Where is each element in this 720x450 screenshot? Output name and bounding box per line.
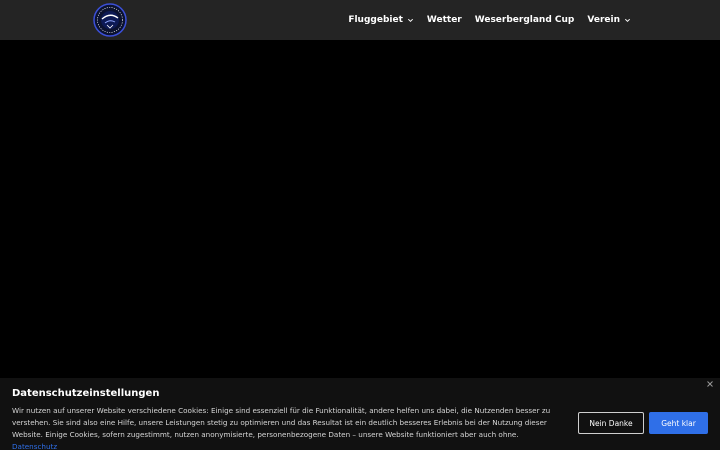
hero-area — [0, 40, 720, 378]
accept-button[interactable]: Geht klar — [649, 412, 708, 434]
cookie-consent-banner: Datenschutzeinstellungen Wir nutzen auf … — [0, 378, 720, 450]
close-icon[interactable] — [706, 380, 714, 388]
page: Fluggebiet Wetter Weserbergland Cup Vere… — [0, 0, 720, 450]
nav-item-wetter[interactable]: Wetter — [427, 15, 462, 25]
cookie-banner-body: Wir nutzen auf unserer Website verschied… — [12, 406, 551, 439]
nav-item-label: Weserbergland Cup — [474, 15, 575, 25]
nav-item-weserbergland-cup[interactable]: Weserbergland Cup — [475, 15, 575, 25]
nav-item-verein[interactable]: Verein — [587, 15, 631, 25]
main-navigation: Fluggebiet Wetter Weserbergland Cup Vere… — [348, 0, 631, 40]
privacy-link[interactable]: Datenschutz — [12, 442, 57, 450]
club-emblem-icon[interactable] — [93, 3, 127, 37]
site-header: Fluggebiet Wetter Weserbergland Cup Vere… — [0, 0, 720, 40]
cookie-banner-title: Datenschutzeinstellungen — [12, 388, 160, 399]
nav-item-label: Verein — [587, 15, 620, 25]
chevron-down-icon — [407, 18, 413, 22]
nav-item-label: Wetter — [426, 15, 462, 25]
nav-item-label: Fluggebiet — [348, 15, 403, 25]
nav-item-fluggebiet[interactable]: Fluggebiet — [348, 15, 414, 25]
chevron-down-icon — [624, 18, 631, 22]
cookie-banner-text: Wir nutzen auf unserer Website verschied… — [12, 405, 557, 450]
decline-button[interactable]: Nein Danke — [578, 412, 644, 434]
